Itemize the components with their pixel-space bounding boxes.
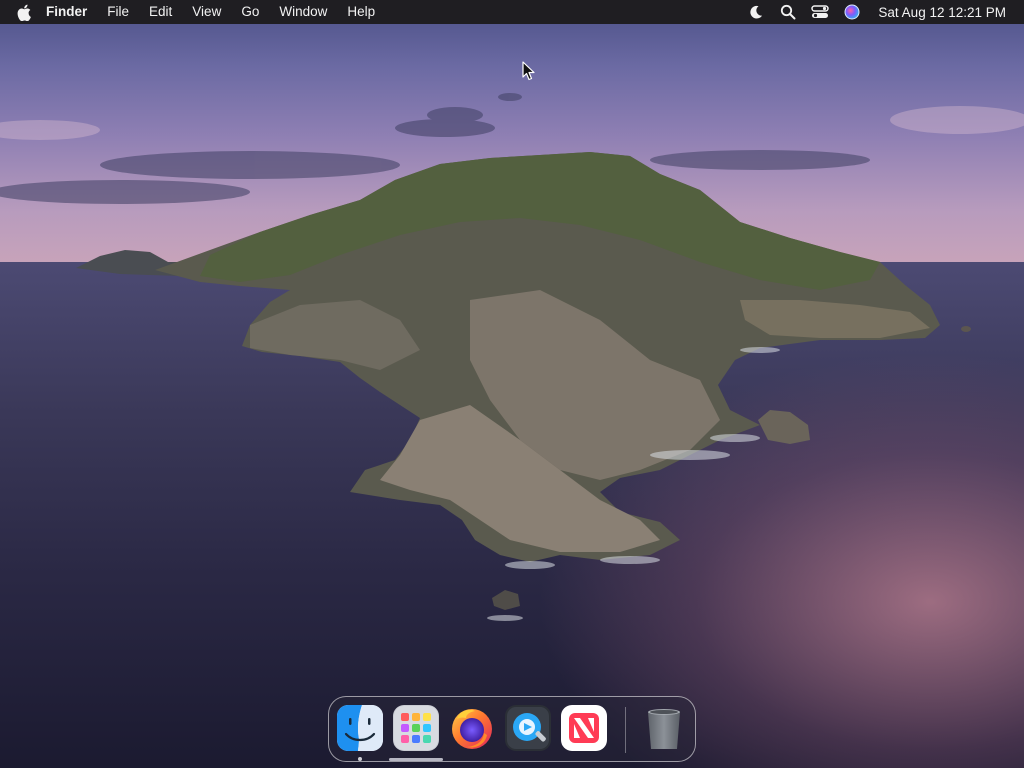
menu-go[interactable]: Go	[231, 0, 269, 24]
menu-clock[interactable]: Sat Aug 12 12:21 PM	[878, 5, 1006, 20]
control-center-icon[interactable]	[810, 2, 830, 22]
trash-icon	[648, 709, 680, 749]
dock-launchpad[interactable]	[393, 705, 439, 751]
wallpaper-island	[0, 93, 1024, 621]
mouse-pointer-icon	[522, 61, 535, 81]
news-icon	[561, 705, 607, 751]
dock-news[interactable]	[561, 705, 607, 751]
menu-app-name[interactable]: Finder	[32, 0, 97, 24]
finder-running-indicator	[358, 757, 362, 761]
quicktime-icon	[505, 705, 551, 751]
dock-trash[interactable]	[641, 705, 687, 751]
search-icon[interactable]	[778, 2, 798, 22]
menu-edit[interactable]: Edit	[139, 0, 182, 24]
dock-separator	[625, 707, 626, 753]
dock-quicktime[interactable]	[505, 705, 551, 751]
moon-icon[interactable]	[746, 2, 766, 22]
finder-icon	[337, 705, 383, 751]
menu-view[interactable]: View	[182, 0, 231, 24]
menu-help[interactable]: Help	[337, 0, 385, 24]
dock-finder[interactable]	[337, 705, 383, 751]
siri-icon[interactable]	[842, 2, 862, 22]
apple-icon[interactable]	[16, 3, 32, 21]
launchpad-icon	[393, 705, 439, 751]
menu-file[interactable]: File	[97, 0, 139, 24]
dock-firefox[interactable]	[449, 705, 495, 751]
firefox-icon	[452, 709, 492, 749]
desktop[interactable]	[0, 0, 1024, 768]
menu-bar: Finder File Edit View Go Window Help Sat…	[0, 0, 1024, 24]
dock	[328, 696, 696, 762]
menu-window[interactable]: Window	[269, 0, 337, 24]
dock-scroll-indicator	[389, 758, 443, 761]
